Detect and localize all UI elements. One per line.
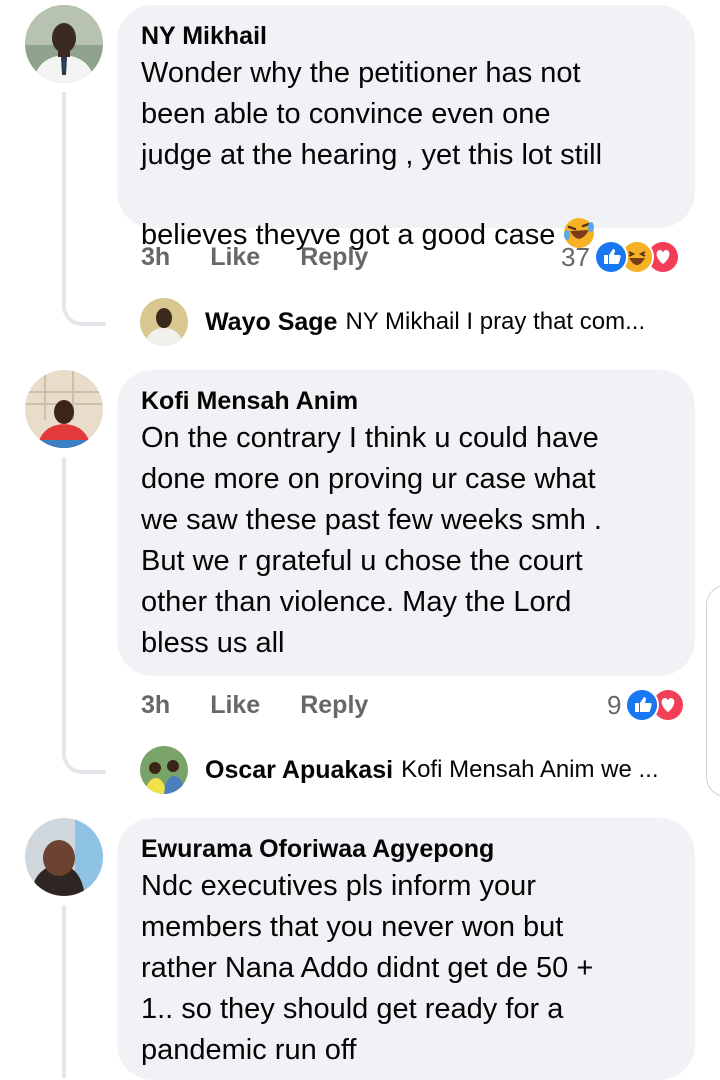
avatar[interactable] <box>140 746 188 794</box>
reaction-summary[interactable]: 37 <box>561 239 680 275</box>
comment-time: 3h <box>141 690 171 719</box>
like-reaction-icon <box>625 688 660 722</box>
reply-button[interactable]: Reply <box>300 243 368 272</box>
reply-preview[interactable]: Wayo Sage NY Mikhail I pray that com... <box>205 298 645 346</box>
reply-author[interactable]: Wayo Sage <box>205 308 337 337</box>
reply-preview[interactable]: Oscar Apuakasi Kofi Mensah Anim we ... <box>205 746 659 794</box>
reply-button[interactable]: Reply <box>300 691 368 720</box>
comment-author[interactable]: NY Mikhail <box>141 19 671 53</box>
comment-actions: 3h Like Reply <box>141 688 368 722</box>
like-button[interactable]: Like <box>210 691 260 720</box>
profile-photo <box>25 818 103 896</box>
comment-author[interactable]: Ewurama Oforiwaa Agyepong <box>141 832 671 866</box>
comment-time: 3h <box>141 242 171 271</box>
profile-photo <box>25 370 103 448</box>
comment-author[interactable]: Kofi Mensah Anim <box>141 384 671 418</box>
reaction-count: 9 <box>607 689 622 720</box>
like-button[interactable]: Like <box>210 243 260 272</box>
reply-author[interactable]: Oscar Apuakasi <box>205 756 393 785</box>
partial-side-panel <box>706 585 720 797</box>
comment-bubble: NY Mikhail Wonder why the petitioner has… <box>117 5 695 251</box>
comment-text: On the contrary I think u could have don… <box>141 422 602 659</box>
reply-snippet: Kofi Mensah Anim we ... <box>401 756 659 783</box>
reaction-summary[interactable]: 9 <box>607 687 686 723</box>
like-reaction-icon <box>593 240 628 274</box>
avatar[interactable] <box>140 298 188 346</box>
reply-thread-line <box>62 457 106 774</box>
comment-text: Ndc executives pls inform your members t… <box>141 870 594 1066</box>
comment-actions: 3h Like Reply <box>141 240 368 274</box>
avatar[interactable] <box>25 370 103 448</box>
profile-photo <box>140 298 188 346</box>
reaction-count: 37 <box>561 241 590 272</box>
reply-thread-line <box>62 92 106 326</box>
comment-bubble: Kofi Mensah Anim On the contrary I think… <box>117 370 695 676</box>
reply-thread-line <box>62 905 66 1078</box>
reply-snippet: NY Mikhail I pray that com... <box>345 308 646 335</box>
avatar[interactable] <box>25 818 103 896</box>
profile-photo <box>140 746 188 794</box>
comment-thread: NY Mikhail Wonder why the petitioner has… <box>0 0 720 1080</box>
avatar[interactable] <box>25 5 103 83</box>
comment-text: Wonder why the petitioner has not been a… <box>141 57 603 251</box>
profile-photo <box>25 5 103 83</box>
comment-bubble: Ewurama Oforiwaa Agyepong Ndc executives… <box>117 818 695 1080</box>
